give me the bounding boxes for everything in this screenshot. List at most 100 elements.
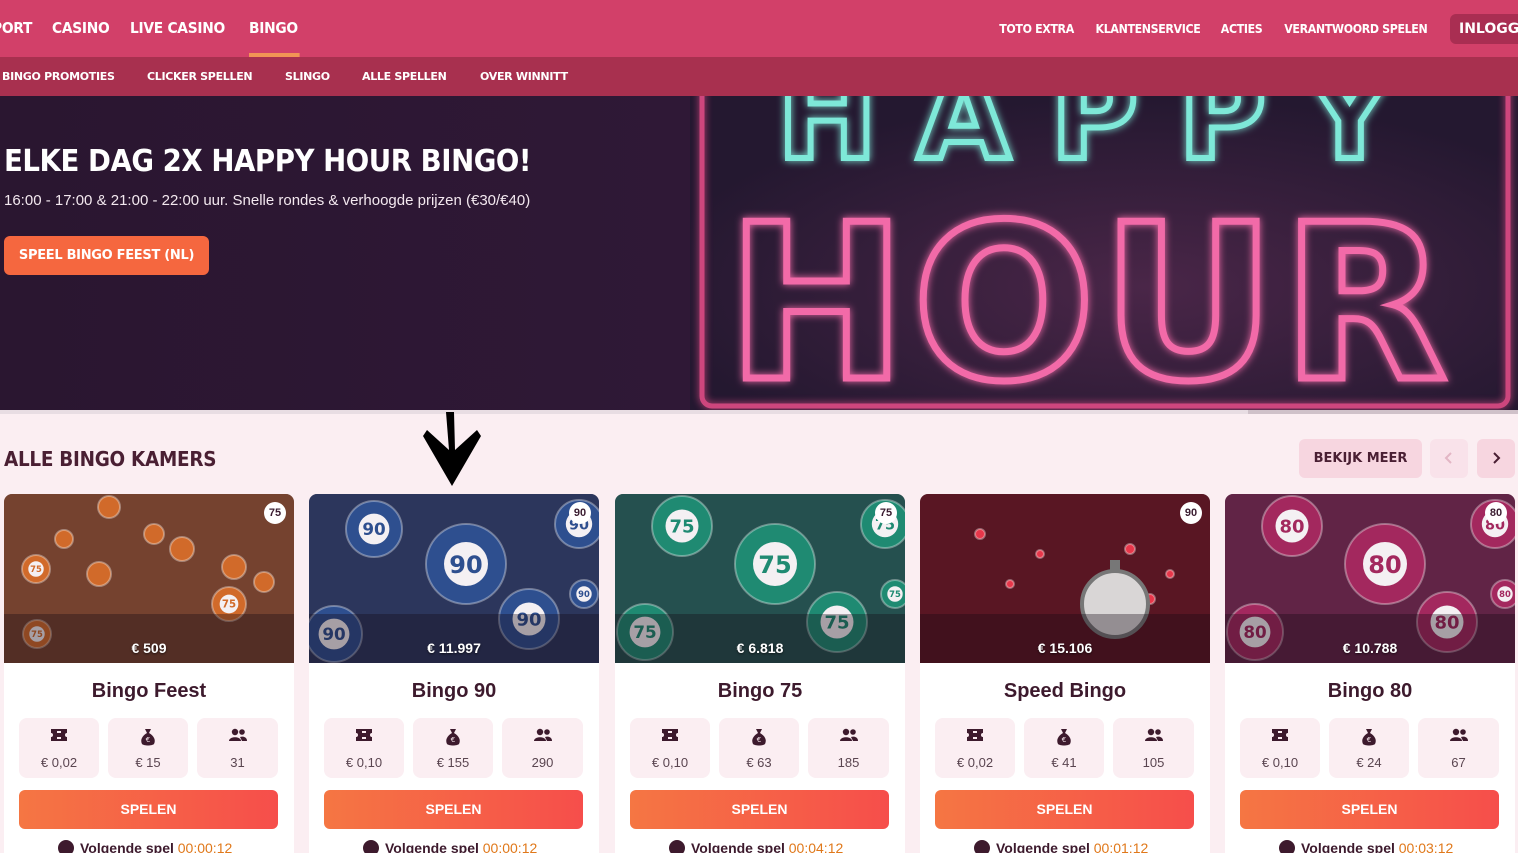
hero-cta-button[interactable]: SPEEL BINGO FEEST (NL) xyxy=(4,236,209,275)
ball-type-badge: 90 xyxy=(569,502,591,524)
nav-item-klantenservice[interactable]: KLANTENSERVICE xyxy=(1096,22,1201,36)
down-arrow-icon xyxy=(423,412,481,486)
ticket-icon xyxy=(1272,729,1288,741)
chevron-left-icon xyxy=(1444,452,1452,464)
bingo-ball xyxy=(169,536,195,562)
clock-icon xyxy=(974,840,990,853)
bingo-room-card-4[interactable]: 90 € 15.106 Speed Bingo € 0,02 € € 41 10… xyxy=(920,494,1210,853)
player-count: 67 xyxy=(1418,718,1499,778)
svg-text:90: 90 xyxy=(578,589,590,599)
sub-navigation: BINGO PROMOTIES CLICKER SPELLEN SLINGO A… xyxy=(0,57,1518,96)
main-menu: PORT CASINO LIVE CASINO BINGO xyxy=(0,0,319,57)
bingo-ball xyxy=(1035,549,1045,559)
neon-word-hour: HOUR xyxy=(727,178,1454,414)
money-bag-icon: € xyxy=(446,729,460,746)
next-game-timer: Volgende spel 00:03:12 xyxy=(1279,840,1453,853)
next-game-timer: Volgende spel 00:04:12 xyxy=(669,840,843,853)
ball-type-badge: 75 xyxy=(875,502,897,524)
room-image: 757575 75 € 509 xyxy=(4,494,294,663)
svg-text:75: 75 xyxy=(758,551,791,579)
ticket-icon xyxy=(967,729,983,741)
ticket-icon xyxy=(356,729,372,741)
prize-amount: € € 63 xyxy=(719,718,799,778)
room-image: 808080808080 80 € 10.788 xyxy=(1225,494,1515,663)
play-button[interactable]: SPELEN xyxy=(19,790,278,829)
users-icon xyxy=(1144,728,1163,741)
bingo-ball xyxy=(221,554,247,580)
money-bag-icon: € xyxy=(752,729,766,746)
svg-text:80: 80 xyxy=(1499,589,1511,599)
bingo-ball xyxy=(1124,543,1136,555)
happy-hour-neon-image: HAPPY HOUR xyxy=(690,96,1518,414)
subnav-slingo[interactable]: SLINGO xyxy=(285,70,330,83)
ticket-icon xyxy=(662,729,678,741)
chevron-right-icon xyxy=(1493,452,1501,464)
top-navigation: PORT CASINO LIVE CASINO BINGO TOTO EXTRA… xyxy=(0,0,1518,57)
player-count: 31 xyxy=(197,718,278,778)
room-name: Bingo Feest xyxy=(91,680,207,702)
room-name: Bingo 75 xyxy=(717,680,803,702)
ticket-price: € 0,10 xyxy=(630,718,710,778)
bingo-room-card-3[interactable]: 757575757575 75 € 6.818 Bingo 75 € 0,10 … xyxy=(615,494,905,853)
subnav-clicker-spellen[interactable]: CLICKER SPELLEN xyxy=(147,70,253,83)
svg-text:75: 75 xyxy=(222,600,236,611)
room-stats: € 0,10 € € 155 290 xyxy=(324,718,584,778)
section-title: ALLE BINGO KAMERS xyxy=(4,447,217,471)
svg-text:€: € xyxy=(1062,736,1066,744)
clock-icon xyxy=(669,840,685,853)
money-bag-icon: € xyxy=(1057,729,1071,746)
bingo-ball xyxy=(97,495,121,519)
carousel-prev-button[interactable] xyxy=(1430,439,1468,478)
jackpot-amount: € 6.818 xyxy=(736,640,784,656)
nav-item-sport[interactable]: PORT xyxy=(0,0,32,57)
nav-item-acties[interactable]: ACTIES xyxy=(1221,22,1263,36)
neon-word-happy: HAPPY xyxy=(777,96,1433,187)
bingo-ball xyxy=(974,528,986,540)
money-bag-icon: € xyxy=(1362,729,1376,746)
bingo-ball xyxy=(1165,569,1175,579)
prize-amount: € € 41 xyxy=(1024,718,1104,778)
ticket-price: € 0,02 xyxy=(19,718,99,778)
room-stats: € 0,02 € € 15 31 xyxy=(19,718,279,778)
nav-item-bingo[interactable]: BINGO xyxy=(249,0,301,57)
bingo-room-card-5[interactable]: 808080808080 80 € 10.788 Bingo 80 € 0,10… xyxy=(1225,494,1515,853)
jackpot-amount: € 15.106 xyxy=(1037,640,1093,656)
nav-item-toto-extra[interactable]: TOTO EXTRA xyxy=(999,22,1074,36)
bingo-room-card-1[interactable]: 757575 75 € 509 Bingo Feest € 0,02 € € 1… xyxy=(4,494,294,853)
utility-menu: TOTO EXTRA KLANTENSERVICE ACTIES VERANTW… xyxy=(982,0,1518,57)
svg-text:75: 75 xyxy=(889,589,901,599)
next-game-timer: Volgende spel 00:01:12 xyxy=(974,840,1148,853)
bingo-ball xyxy=(54,529,74,549)
nav-item-verantwoord-spelen[interactable]: VERANTWOORD SPELEN xyxy=(1285,22,1429,36)
room-image: 757575757575 75 € 6.818 xyxy=(615,494,905,663)
ball-type-badge: 80 xyxy=(1485,502,1507,524)
subnav-over-winnitt[interactable]: OVER WINNITT xyxy=(480,70,568,83)
users-icon xyxy=(839,728,858,741)
nav-item-casino[interactable]: CASINO xyxy=(52,0,110,57)
play-button[interactable]: SPELEN xyxy=(1240,790,1499,829)
view-more-button[interactable]: BEKIJK MEER xyxy=(1299,439,1422,478)
play-button[interactable]: SPELEN xyxy=(935,790,1194,829)
jackpot-amount: € 10.788 xyxy=(1342,640,1398,656)
room-name: Speed Bingo xyxy=(1003,680,1127,702)
ticket-price: € 0,10 xyxy=(1240,718,1320,778)
prize-amount: € € 24 xyxy=(1329,718,1409,778)
ticket-icon xyxy=(51,729,67,741)
login-button[interactable]: INLOGGEN xyxy=(1450,13,1518,44)
room-stats: € 0,10 € € 63 185 xyxy=(630,718,890,778)
nav-item-live-casino[interactable]: LIVE CASINO xyxy=(130,0,225,57)
subnav-alle-spellen[interactable]: ALLE SPELLEN xyxy=(362,70,447,83)
bingo-room-card-2[interactable]: 909090909090 90 € 11.997 Bingo 90 € 0,10… xyxy=(309,494,599,853)
play-button[interactable]: SPELEN xyxy=(630,790,889,829)
subnav-bingo-promoties[interactable]: BINGO PROMOTIES xyxy=(2,70,115,83)
prize-amount: € € 155 xyxy=(413,718,493,778)
users-icon xyxy=(533,728,552,741)
room-image: 90 € 15.106 xyxy=(920,494,1210,663)
svg-text:90: 90 xyxy=(362,519,385,539)
ball-type-badge: 75 xyxy=(264,502,286,524)
carousel-next-button[interactable] xyxy=(1477,439,1515,478)
svg-text:80: 80 xyxy=(1368,551,1401,579)
clock-icon xyxy=(363,840,379,853)
play-button[interactable]: SPELEN xyxy=(324,790,583,829)
hero-banner[interactable]: HAPPY HOUR ELKE DAG 2X HAPPY HOUR BINGO!… xyxy=(0,96,1518,414)
